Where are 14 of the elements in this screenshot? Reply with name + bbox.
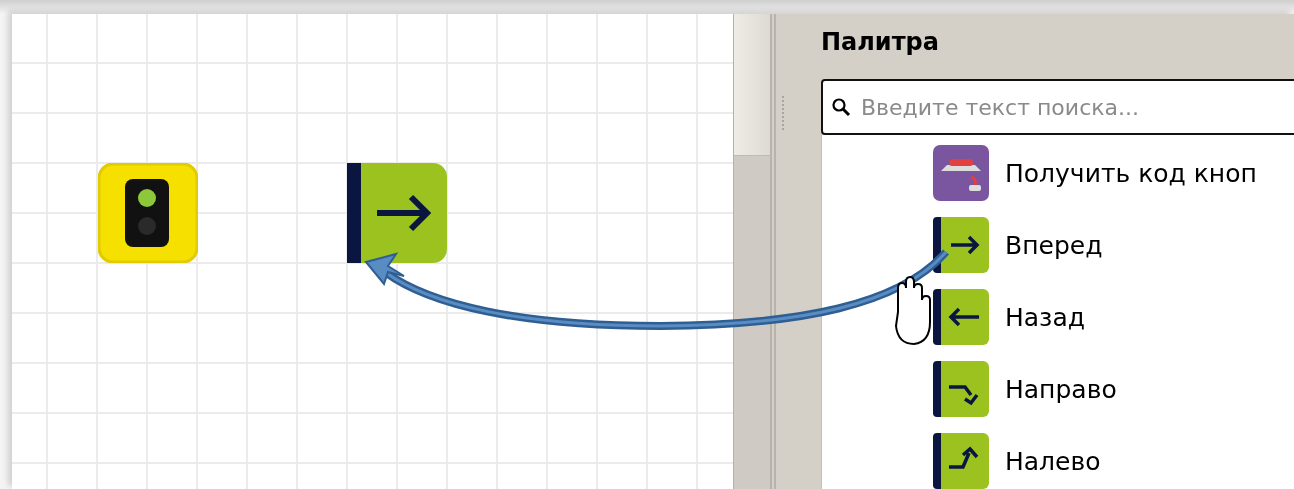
palette-title: Палитра [821,28,940,58]
push-button-icon[interactable] [933,145,989,201]
palette-item-label[interactable]: Назад [1005,302,1086,332]
search-field[interactable]: Введите текст поиска... [821,79,1294,135]
palette-item-label[interactable]: Налево [1005,446,1101,476]
resize-grip[interactable] [782,96,786,130]
palette-item-label[interactable]: Направо [1005,374,1117,404]
hand-cursor-icon [895,276,931,345]
palette-item-label[interactable]: Вперед [1005,230,1103,260]
palette-item-label[interactable]: Получить код кноп [1005,158,1257,188]
forward-arrow-block[interactable] [347,163,447,263]
traffic-light-block[interactable] [98,163,198,263]
scrollbar[interactable] [733,14,770,489]
program-canvas[interactable] [12,14,733,489]
